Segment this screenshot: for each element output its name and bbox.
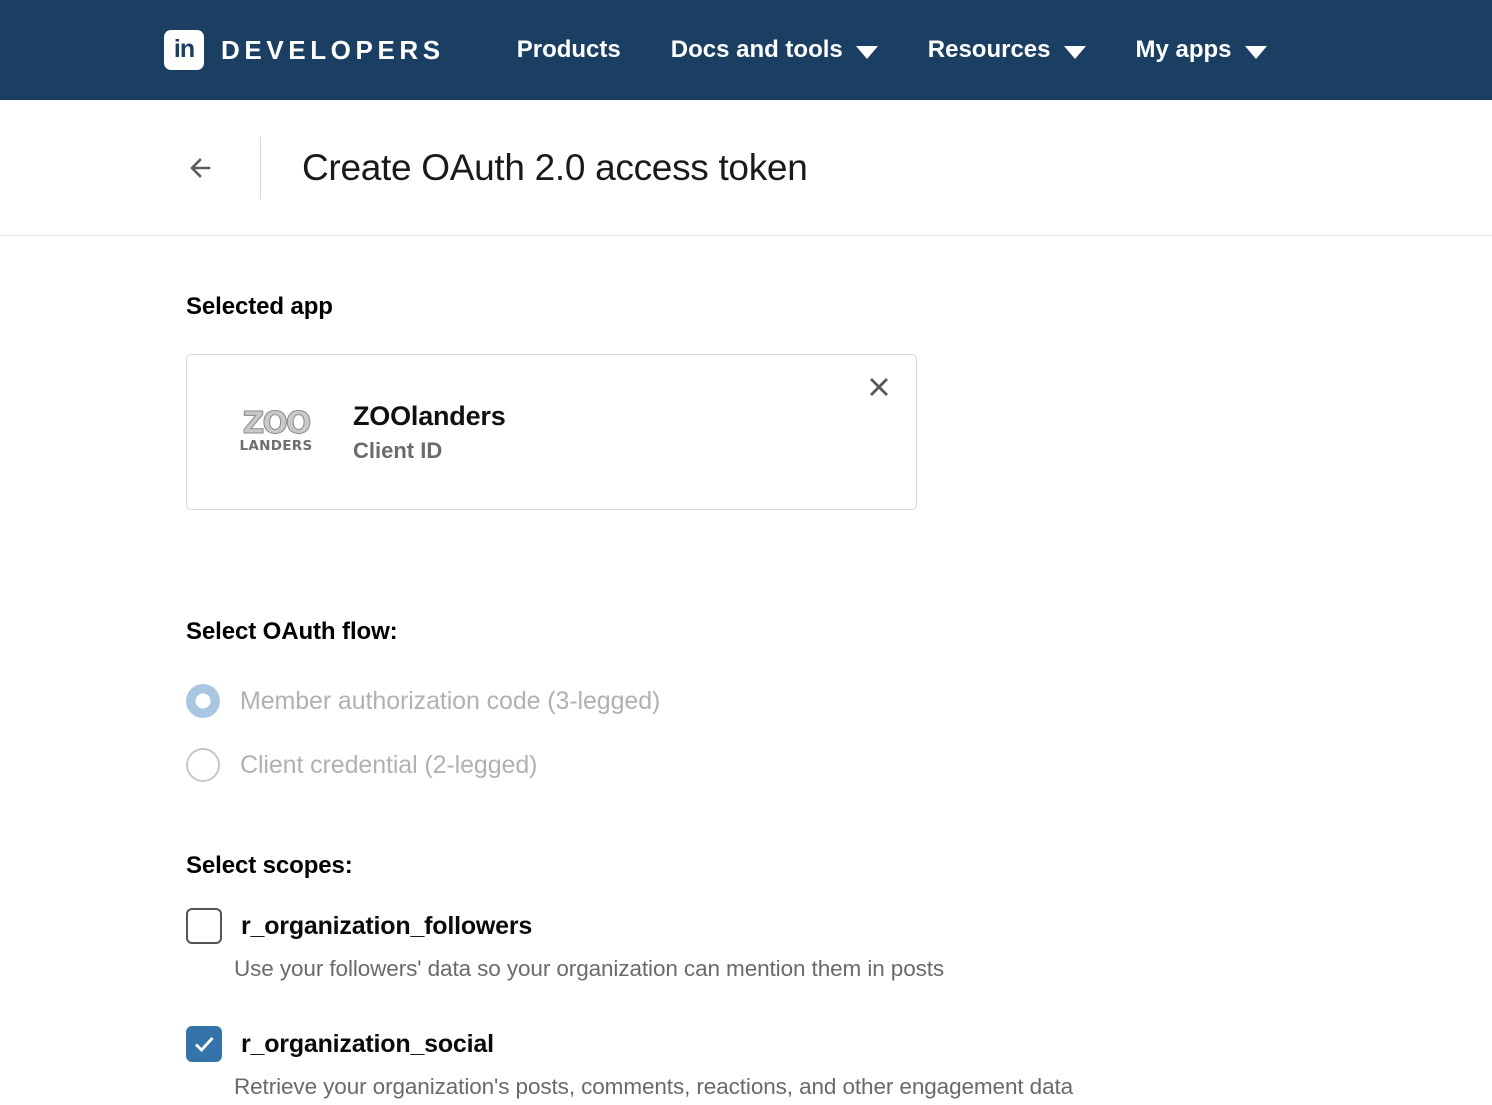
scope-name: r_organization_followers [241, 911, 533, 940]
nav-item-label: Docs and tools [670, 36, 843, 63]
page-title: Create OAuth 2.0 access token [302, 146, 808, 188]
app-details: ZOOlanders Client ID [353, 401, 506, 464]
page-header: Create OAuth 2.0 access token [0, 100, 1492, 236]
close-icon [870, 378, 888, 396]
checkbox-unchecked-icon[interactable] [186, 908, 222, 944]
nav-item-label: Resources [927, 36, 1051, 63]
arrow-left-icon [190, 157, 211, 178]
nav-item-label: Products [516, 36, 621, 63]
checkbox-checked-icon[interactable] [186, 1026, 222, 1062]
linkedin-logo-icon: in [164, 30, 204, 70]
primary-nav: Products Docs and tools Resources My app… [517, 30, 1267, 70]
oauth-flow-radio-group: Member authorization code (3-legged) Cli… [186, 677, 1492, 789]
app-logo-secondary-text: LANDERS [239, 437, 313, 454]
scopes-list: r_organization_followers Use your follow… [186, 908, 1492, 1100]
header-divider [260, 136, 261, 199]
radio-button-selected-icon[interactable] [186, 684, 220, 718]
scope-header: r_organization_followers [186, 908, 1492, 944]
app-logo-primary-text: ZOO [242, 406, 312, 442]
app-client-id: Client ID [353, 437, 443, 463]
nav-item-my-apps[interactable]: My apps [1136, 30, 1267, 70]
oauth-flow-section: Select OAuth flow: Member authorization … [186, 618, 1492, 789]
back-button[interactable] [183, 147, 225, 189]
scopes-label: Select scopes: [186, 852, 353, 879]
nav-item-docs-and-tools[interactable]: Docs and tools [671, 30, 878, 70]
scope-item-r-organization-followers: r_organization_followers Use your follow… [186, 908, 1492, 982]
main-content: Selected app ZOO LANDERS ZOOlanders Clie… [0, 236, 1492, 1100]
nav-item-products[interactable]: Products [517, 30, 621, 70]
app-logo-image: ZOO LANDERS [236, 405, 316, 459]
scope-description: Use your followers' data so your organiz… [234, 956, 945, 981]
scope-header: r_organization_social [186, 1026, 1492, 1062]
oauth-flow-label: Select OAuth flow: [186, 618, 398, 645]
scope-name: r_organization_social [241, 1029, 494, 1058]
radio-option-label: Client credential (2-legged) [240, 750, 538, 779]
radio-button-unselected-icon[interactable] [186, 748, 220, 782]
app-name: ZOOlanders [353, 400, 506, 431]
nav-item-resources[interactable]: Resources [928, 30, 1086, 70]
radio-option-client-credential[interactable]: Client credential (2-legged) [186, 741, 1492, 789]
scope-item-r-organization-social: r_organization_social Retrieve your orga… [186, 1026, 1492, 1100]
nav-item-label: My apps [1135, 36, 1232, 63]
checkmark-icon [195, 1037, 214, 1053]
chevron-down-icon [1244, 45, 1267, 59]
chevron-down-icon [1063, 45, 1086, 59]
chevron-down-icon [855, 45, 878, 59]
scope-description: Retrieve your organization's posts, comm… [234, 1074, 1074, 1099]
radio-option-member-authorization-code[interactable]: Member authorization code (3-legged) [186, 677, 1492, 725]
selected-app-card: ZOO LANDERS ZOOlanders Client ID [186, 354, 917, 510]
radio-option-label: Member authorization code (3-legged) [240, 686, 661, 715]
selected-app-label: Selected app [186, 293, 333, 320]
scopes-section: Select scopes: r_organization_followers … [186, 852, 1492, 1100]
brand-wordmark: DEVELOPERS [221, 34, 445, 65]
top-navbar: in DEVELOPERS Products Docs and tools Re… [0, 0, 1492, 100]
remove-app-button[interactable] [864, 372, 894, 402]
brand-logo[interactable]: in DEVELOPERS [164, 30, 445, 70]
linkedin-logo-text: in [173, 34, 195, 63]
